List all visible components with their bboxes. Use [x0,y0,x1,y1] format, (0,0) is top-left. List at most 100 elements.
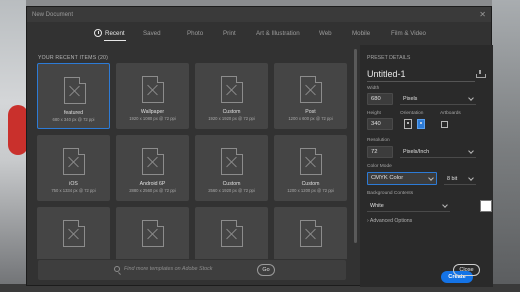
item-size: 2560 x 1920 px @ 72 ppi [208,188,255,193]
color-mode-select[interactable]: CMYK Color [367,172,437,185]
item-name: iOS [69,181,78,187]
background-shape [8,105,28,155]
item-size: 750 x 1334 px @ 72 ppi [51,188,96,193]
artboards-checkbox[interactable] [441,121,448,128]
background-contents-select[interactable]: White [367,200,450,212]
chevron-down-icon [468,148,474,154]
item-size: 2880 x 2560 px @ 72 ppi [129,188,176,193]
document-icon [221,220,243,247]
item-size: 680 x 340 px @ 72 ppi [52,117,95,122]
recent-item-card[interactable] [195,207,268,259]
window-title: New Document [32,11,74,18]
chevron-down-icon [468,175,474,181]
document-icon [300,76,322,103]
item-name: Android 6P [139,181,166,187]
recent-heading-text: YOUR RECENT ITEMS [38,55,97,61]
chevron-down-icon [442,202,448,208]
recent-item-card[interactable]: Android 6P 2880 x 2560 px @ 72 ppi [116,135,189,201]
recent-items-grid: featured 680 x 340 px @ 72 ppi Wallpaper… [37,63,349,259]
tab-saved[interactable]: Saved [143,30,161,37]
tab-recent[interactable]: Recent [94,29,126,41]
tab-label: Recent [105,30,125,37]
recent-item-card[interactable] [116,207,189,259]
chevron-down-icon [468,95,474,101]
item-name: Post [305,109,316,115]
recent-item-card[interactable]: featured 680 x 340 px @ 72 ppi [37,63,110,129]
item-size: 1200 x 1200 px @ 72 ppi [287,188,334,193]
advanced-options-toggle[interactable]: › Advanced Options [367,218,412,224]
recent-item-card[interactable]: Wallpaper 1920 x 1080 px @ 72 ppi [116,63,189,129]
width-label: Width [367,86,380,91]
document-name-field[interactable]: Untitled-1 [367,69,406,79]
document-icon [221,148,243,175]
close-button[interactable]: Close [453,264,480,276]
save-preset-icon[interactable] [476,70,486,78]
document-icon [63,220,85,247]
category-tabs: Recent Saved Photo Print Art & Illustrat… [27,23,493,45]
document-icon [142,76,164,103]
resolution-unit-select[interactable]: Pixels/Inch [400,146,476,158]
orientation-label: Orientation [400,111,424,116]
resolution-input[interactable]: 72 [367,146,393,158]
search-icon [114,266,120,272]
background-contents-value: White [370,203,384,209]
portrait-orientation-icon[interactable] [404,119,412,129]
width-unit-value: Pixels [403,96,418,102]
background-contents-label: Background Contents [367,191,414,196]
chevron-down-icon [428,175,434,181]
recent-item-card[interactable]: Custom 2560 x 1920 px @ 72 ppi [195,135,268,201]
height-input[interactable]: 340 [367,118,393,130]
new-document-dialog: New Document ✕ Recent Saved Photo Print … [26,6,493,287]
document-icon [142,148,164,175]
tab-web[interactable]: Web [319,30,332,37]
tab-film-video[interactable]: Film & Video [391,30,426,37]
item-name: Custom [222,109,241,115]
stock-search-bar: Find more templates on Adobe Stock Go [38,260,346,280]
document-icon [63,148,85,175]
resolution-label: Resolution [367,138,390,143]
recent-item-card[interactable] [37,207,110,259]
title-bar: New Document ✕ [27,7,491,22]
preset-details-heading: PRESET DETAILS [367,55,411,61]
item-name: Custom [222,181,241,187]
document-icon [64,77,86,104]
recent-item-card[interactable]: Custom 1200 x 1200 px @ 72 ppi [274,135,347,201]
item-name: Custom [301,181,320,187]
background-right [492,0,520,292]
background-color-swatch[interactable] [480,200,492,212]
grid-scrollbar[interactable] [354,49,357,243]
document-icon [221,76,243,103]
artboards-label: Artboards [440,111,461,116]
resolution-unit-value: Pixels/Inch [403,149,430,155]
width-input[interactable]: 680 [367,93,393,105]
recent-item-card[interactable]: iOS 750 x 1334 px @ 72 ppi [37,135,110,201]
clock-icon [94,29,102,37]
recent-items-heading: YOUR RECENT ITEMS (20) [38,55,108,61]
width-unit-select[interactable]: Pixels [400,93,476,105]
item-name: Wallpaper [140,109,165,115]
stock-search-input[interactable]: Find more templates on Adobe Stock [124,266,213,272]
item-size: 1200 x 600 px @ 72 ppi [288,116,333,121]
tab-art-illustration[interactable]: Art & Illustration [256,30,300,37]
tab-photo[interactable]: Photo [187,30,203,37]
recent-count: (20) [98,55,109,61]
tab-print[interactable]: Print [223,30,236,37]
item-name: featured [63,110,84,116]
landscape-orientation-icon[interactable] [417,119,425,129]
document-icon [142,220,164,247]
color-mode-value: CMYK Color [371,175,404,181]
tab-mobile[interactable]: Mobile [352,30,370,37]
height-label: Height [367,111,381,116]
bit-depth-value: 8 bit [447,176,458,182]
preset-details-panel: PRESET DETAILS Untitled-1 Width 680 Pixe… [360,45,493,287]
color-mode-label: Color Mode [367,164,392,169]
close-window-icon[interactable]: ✕ [479,10,486,19]
recent-item-card[interactable]: Post 1200 x 600 px @ 72 ppi [274,63,347,129]
item-size: 1920 x 1920 px @ 72 ppi [208,116,255,121]
document-icon [300,148,322,175]
go-button[interactable]: Go [257,264,275,276]
document-icon [300,220,322,247]
recent-item-card[interactable] [274,207,347,259]
bit-depth-select[interactable]: 8 bit [444,173,476,185]
recent-item-card[interactable]: Custom 1920 x 1920 px @ 72 ppi [195,63,268,129]
